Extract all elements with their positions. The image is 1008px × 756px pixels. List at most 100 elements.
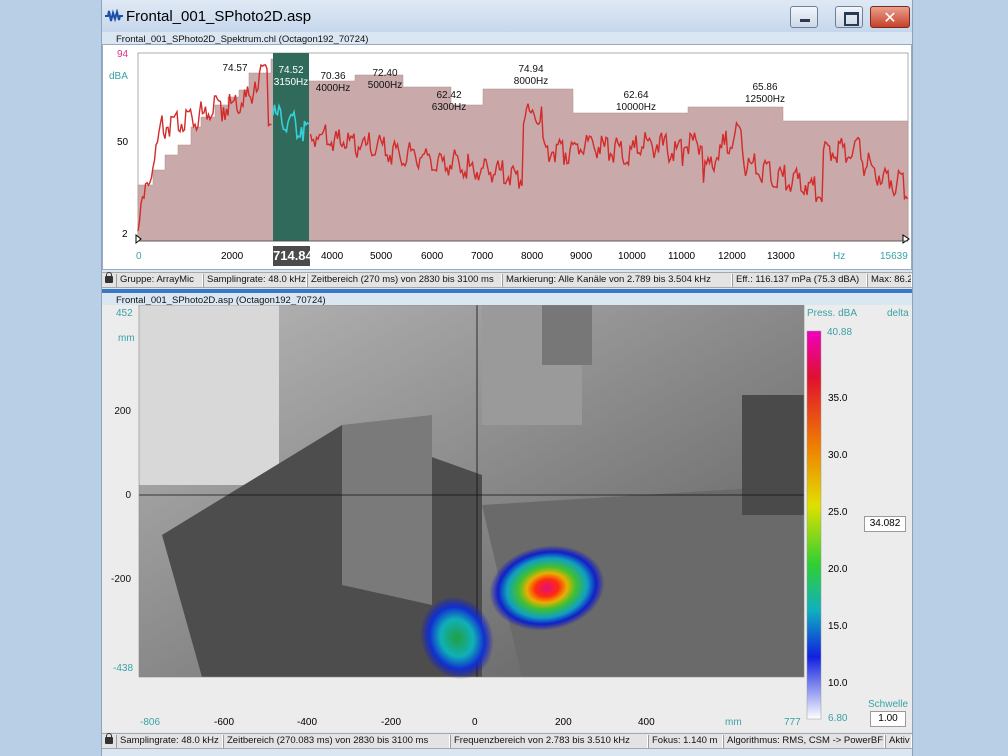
status-gruppe: Gruppe: ArrayMic [116,274,203,287]
band-label: 65.86 12500Hz [740,82,790,106]
spectrum-x-tick: 0 [136,251,142,262]
status-zeitbereich: Zeitbereich (270.083 ms) von 2830 bis 31… [223,735,450,748]
band-label-level: 65.86 [752,82,778,93]
acoustic-photo-map[interactable] [102,305,912,732]
band-label-cursor: 74.52 3150Hz [273,65,309,89]
status-zeitbereich: Zeitbereich (270 ms) von 2830 bis 3100 m… [307,274,502,287]
colorbar-tick: 35.0 [828,393,848,404]
status-frequenzbereich: Frequenzbereich von 2.783 bis 3.510 kHz [450,735,648,748]
colorbar [806,330,822,720]
spectrum-x-unit: Hz [833,251,846,262]
band-label-level: 70.36 [320,71,346,82]
map-x-tick: 400 [638,717,655,728]
spectrum-x-tick: 10000 [618,251,646,262]
band-label: 74.94 8000Hz [510,64,552,88]
spectrum-x-tick: 9000 [570,251,593,262]
status-markierung: Markierung: Alle Kanäle von 2.789 bis 3.… [502,274,732,287]
map-y-tick: 200 [114,406,131,417]
cursor-frequency-readout[interactable]: 714.84 [273,246,313,266]
acoustic-map-panel[interactable]: 452 mm 200 0 -200 -438 -806 -600 -400 -2… [102,305,912,732]
waveform-icon [105,9,123,23]
map-x-tick: -200 [381,717,402,728]
wall-shape [139,305,279,485]
status-fokus: Fokus: 1.140 m [648,735,723,748]
band-label-freq: 8000Hz [513,76,549,87]
spectrum-y-unit: dBA [109,71,128,82]
status-eff: Eff.: 116.137 mPa (75.3 dBA) [732,274,867,287]
band-label-level: 62.42 [436,90,462,101]
vise-shape [342,415,432,605]
map-y-unit: mm [118,333,135,344]
map-x-tick: 0 [472,717,478,728]
spectrum-x-tick: 8000 [521,251,544,262]
spindle-shape [542,305,592,365]
map-x-tick: 200 [555,717,572,728]
colorbar-title: Press. dBA [807,308,858,319]
map-x-unit: mm [725,717,742,728]
band-label-level: 62.64 [623,90,649,101]
spectrum-x-tick: 11000 [668,251,696,262]
band-label-freq: 3150Hz [273,77,309,88]
colorbar-tick: 15.0 [828,621,848,632]
window-title: Frontal_001_SPhoto2D.asp [126,8,312,25]
map-x-tick: -400 [297,717,318,728]
spectrum-y-max: 94 [117,49,129,60]
lock-icon [105,733,113,744]
spectrum-x-tick: 5000 [370,251,393,262]
spectrum-status-bar: Gruppe: ArrayMic Samplingrate: 48.0 kHz … [102,272,912,288]
spectrum-x-tick: 4000 [321,251,344,262]
colorbar-tick: 30.0 [828,450,848,461]
band-label-level: 72.40 [372,68,398,79]
lock-icon [105,272,113,283]
map-x-min: -806 [140,717,161,728]
map-y-tick: 0 [125,490,131,501]
spectrum-x-tick: 6000 [421,251,444,262]
band-label-level: 74.52 [278,65,304,76]
band-label-freq: 5000Hz [367,80,403,91]
colorbar-max: 40.88 [827,327,853,338]
colorbar-tick: 25.0 [828,507,848,518]
status-samplingrate: Samplingrate: 48.0 kHz [116,735,223,748]
threshold-label: Schwelle [868,699,909,710]
colorbar-tick: 20.0 [828,564,848,575]
band-label: 62.42 6300Hz [428,90,470,114]
colorbar-tick: 10.0 [828,678,848,689]
colorbar-min: 6.80 [828,713,848,724]
close-icon: ✕ [883,8,897,27]
band-label-freq: 4000Hz [315,83,351,94]
spectrum-y-min: 2 [122,229,128,240]
spectrum-x-tick: 13000 [767,251,795,262]
map-y-tick: -200 [110,574,131,585]
band-label-level: 74.94 [518,64,544,75]
title-bar[interactable]: Frontal_001_SPhoto2D.asp ✕ [102,0,912,32]
panel-splitter[interactable] [102,289,912,293]
map-x-max: 777 [784,717,801,728]
band-label-freq: 12500Hz [744,94,786,105]
map-x-tick: -600 [214,717,235,728]
close-button[interactable]: ✕ [870,6,910,28]
colorbar-delta: delta [887,308,909,319]
app-window: Frontal_001_SPhoto2D.asp ✕ Frontal_001_S… [101,0,913,756]
colorbar-current-value[interactable]: 34.082 [864,516,906,532]
status-samplingrate: Samplingrate: 48.0 kHz [203,274,307,287]
spectrum-panel[interactable]: 94 dBA 50 2 0 2000 4000 5000 6000 7000 8… [102,44,912,270]
band-label-level: 74.57 [222,63,248,74]
band-label-freq: 10000Hz [615,102,657,113]
band-label: 62.64 10000Hz [611,90,661,114]
status-algorithmus: Algorithmus: RMS, CSM -> PowerBF [723,735,885,748]
map-y-min: -438 [113,663,134,674]
minimize-button[interactable] [790,6,818,28]
status-aktiv: Aktiv [885,735,912,748]
band-label: 72.40 5000Hz [364,68,406,92]
spectrum-plot[interactable] [103,45,913,271]
right-block [742,395,804,515]
spectrum-x-max: 15639 [880,251,908,262]
map-status-bar: Samplingrate: 48.0 kHz Zeitbereich (270.… [102,733,912,749]
map-y-max: 452 [116,308,133,319]
spectrum-x-tick: 12000 [718,251,746,262]
maximize-button[interactable] [835,6,863,28]
threshold-input[interactable]: 1.00 [870,711,906,727]
spectrum-x-tick: 2000 [221,251,244,262]
spectrum-y-mid: 50 [117,137,129,148]
band-label-freq: 6300Hz [431,102,467,113]
